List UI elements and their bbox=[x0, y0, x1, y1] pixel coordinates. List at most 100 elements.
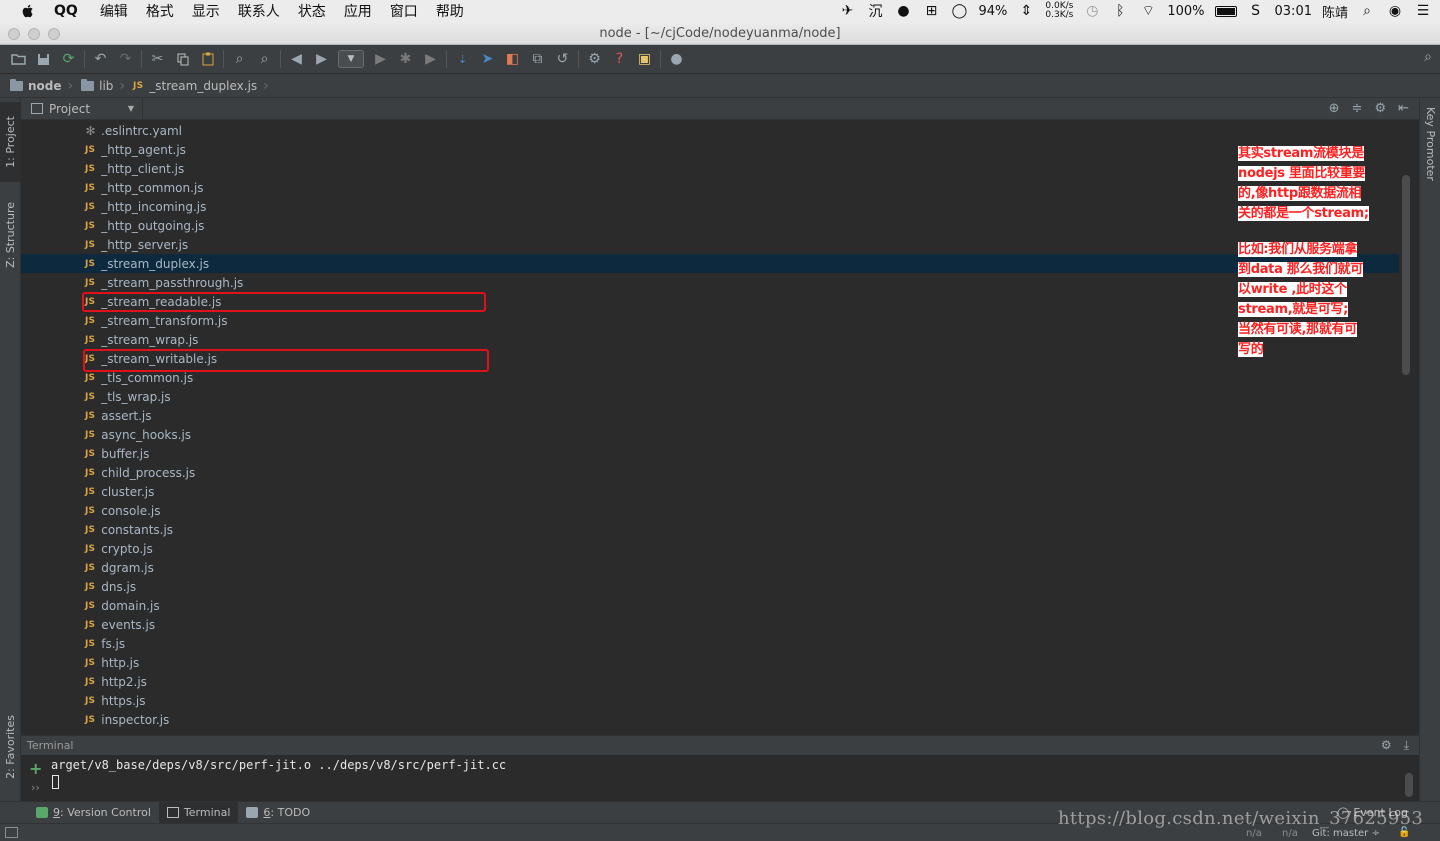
sync-icon[interactable]: ⟳ bbox=[56, 48, 81, 70]
copy-icon[interactable] bbox=[170, 48, 195, 70]
tab-structure[interactable]: Z: Structure bbox=[0, 190, 21, 280]
file-tree-item[interactable]: JS http.js bbox=[21, 653, 1399, 672]
menu-format[interactable]: 格式 bbox=[146, 1, 174, 21]
tool-windows-toggle-icon[interactable] bbox=[5, 827, 18, 838]
file-tree-item[interactable]: JS child_process.js bbox=[21, 463, 1399, 482]
file-tree-item[interactable]: JS _stream_duplex.js bbox=[21, 254, 1399, 273]
file-tree-item[interactable]: JS buffer.js bbox=[21, 444, 1399, 463]
tree-scrollbar[interactable] bbox=[1402, 175, 1410, 375]
terminal-settings-icon[interactable]: ⚙ bbox=[1381, 738, 1392, 753]
menu-help[interactable]: 帮助 bbox=[436, 1, 464, 21]
file-tree-item[interactable]: JS events.js bbox=[21, 615, 1399, 634]
coverage-icon[interactable]: ▶ bbox=[418, 48, 443, 70]
breadcrumb-item-node[interactable]: node bbox=[10, 78, 62, 93]
back-icon[interactable]: ◀ bbox=[284, 48, 309, 70]
plugin-icon[interactable]: ▣ bbox=[632, 48, 657, 70]
vcs-compare-icon[interactable]: ◧ bbox=[500, 48, 525, 70]
cut-icon[interactable]: ✂ bbox=[145, 48, 170, 70]
run-config-dropdown[interactable]: ▼ bbox=[338, 50, 364, 68]
file-tree-item[interactable]: JS https.js bbox=[21, 691, 1399, 710]
project-view-selector[interactable]: Project ▼ bbox=[21, 97, 143, 120]
file-tree-item[interactable]: JS _http_server.js bbox=[21, 235, 1399, 254]
debug-icon[interactable]: ✱ bbox=[393, 48, 418, 70]
clock[interactable]: 03:01 bbox=[1275, 4, 1312, 19]
paste-icon[interactable] bbox=[195, 48, 220, 70]
file-tree-item[interactable]: JS assert.js bbox=[21, 406, 1399, 425]
vcs-update-icon[interactable]: ⇣ bbox=[450, 48, 475, 70]
vcs-history-icon[interactable]: ⧉ bbox=[525, 48, 550, 70]
file-tree-item[interactable]: JS console.js bbox=[21, 501, 1399, 520]
tab-todo[interactable]: 6: TODO bbox=[238, 802, 318, 824]
file-tree-item[interactable]: JS constants.js bbox=[21, 520, 1399, 539]
sync-app-icon[interactable]: S bbox=[1247, 3, 1265, 19]
file-tree-item[interactable]: JS dns.js bbox=[21, 577, 1399, 596]
file-tree-item[interactable]: JS inspector.js bbox=[21, 710, 1399, 729]
vcs-revert-icon[interactable]: ↺ bbox=[550, 48, 575, 70]
file-tree-item[interactable]: JS _http_client.js bbox=[21, 159, 1399, 178]
terminal-scrollbar[interactable] bbox=[1405, 773, 1413, 797]
file-tree-item[interactable]: JS cluster.js bbox=[21, 482, 1399, 501]
menu-contacts[interactable]: 联系人 bbox=[238, 1, 280, 21]
tab-key-promoter[interactable]: Key Promoter bbox=[1420, 104, 1440, 184]
run-icon[interactable]: ▶ bbox=[368, 48, 393, 70]
collapse-all-icon[interactable]: ≑ bbox=[1352, 101, 1363, 116]
tab-terminal[interactable]: Terminal bbox=[158, 801, 239, 824]
new-terminal-icon[interactable]: + bbox=[29, 759, 42, 778]
redo-icon[interactable]: ↷ bbox=[113, 48, 138, 70]
locate-file-icon[interactable]: ⊕ bbox=[1329, 101, 1340, 116]
file-tree-item[interactable]: JS dgram.js bbox=[21, 558, 1399, 577]
spotlight-search-icon[interactable]: ⌕ bbox=[1358, 3, 1376, 19]
apple-icon[interactable] bbox=[20, 3, 36, 19]
search-everywhere-icon[interactable]: ⌕ bbox=[1424, 49, 1432, 65]
file-tree-item[interactable]: JS domain.js bbox=[21, 596, 1399, 615]
settings-icon[interactable]: ⚙ bbox=[582, 48, 607, 70]
terminal-launch-icon[interactable]: ● bbox=[664, 48, 689, 70]
git-branch-widget[interactable]: Git: master ÷ bbox=[1312, 828, 1380, 839]
tab-version-control[interactable]: 9: Version Control bbox=[28, 802, 159, 824]
file-tree-item[interactable]: JS _http_common.js bbox=[21, 178, 1399, 197]
open-folder-icon[interactable] bbox=[6, 48, 31, 70]
file-tree-item[interactable]: JS http2.js bbox=[21, 672, 1399, 691]
file-tree-item[interactable]: JS _stream_transform.js bbox=[21, 311, 1399, 330]
circle-status-icon[interactable]: ◯ bbox=[951, 3, 969, 19]
file-tree-item[interactable]: JS _stream_passthrough.js bbox=[21, 273, 1399, 292]
help-icon[interactable]: ? bbox=[607, 48, 632, 70]
time-machine-icon[interactable]: ◷ bbox=[1083, 3, 1101, 19]
replace-icon[interactable]: ⌕ bbox=[252, 48, 277, 70]
bluetooth-icon[interactable]: ᛒ bbox=[1111, 3, 1129, 19]
menu-apps[interactable]: 应用 bbox=[344, 1, 372, 21]
file-tree-item[interactable]: ✻ .eslintrc.yaml bbox=[21, 121, 1399, 140]
menu-edit[interactable]: 编辑 bbox=[100, 1, 128, 21]
file-tree-item[interactable]: JS _http_agent.js bbox=[21, 140, 1399, 159]
vcs-commit-icon[interactable]: ➤ bbox=[475, 48, 500, 70]
file-tree-item[interactable]: JS async_hooks.js bbox=[21, 425, 1399, 444]
battery-icon[interactable] bbox=[1214, 5, 1237, 17]
undo-icon[interactable]: ↶ bbox=[88, 48, 113, 70]
terminal-body[interactable]: + ›› arget/v8_base/deps/v8/src/perf-jit.… bbox=[21, 755, 1419, 801]
menu-window[interactable]: 窗口 bbox=[390, 1, 418, 21]
tab-project[interactable]: 1: Project bbox=[0, 102, 21, 182]
terminal-hide-icon[interactable]: ⤓ bbox=[1404, 738, 1409, 753]
menu-status[interactable]: 状态 bbox=[298, 1, 326, 21]
file-tree-item[interactable]: JS _tls_wrap.js bbox=[21, 387, 1399, 406]
forward-icon[interactable]: ▶ bbox=[309, 48, 334, 70]
breadcrumb-item-file[interactable]: JS _stream_duplex.js bbox=[133, 79, 257, 93]
grid-app-icon[interactable]: ⊞ bbox=[923, 3, 941, 19]
bell-icon[interactable]: ● bbox=[895, 3, 913, 19]
breadcrumb-item-lib[interactable]: lib bbox=[81, 78, 113, 93]
file-tree-item[interactable]: JS _stream_wrap.js bbox=[21, 330, 1399, 349]
tab-favorites[interactable]: 2: Favorites bbox=[0, 698, 21, 796]
menu-view[interactable]: 显示 bbox=[192, 1, 220, 21]
file-tree-item[interactable]: JS fs.js bbox=[21, 634, 1399, 653]
file-tree-item[interactable]: JS crypto.js bbox=[21, 539, 1399, 558]
panel-settings-icon[interactable]: ⚙ bbox=[1374, 101, 1386, 116]
user-name[interactable]: 陈靖 bbox=[1322, 2, 1348, 21]
menu-app-qq[interactable]: QQ bbox=[54, 3, 78, 19]
siri-icon[interactable]: ◉ bbox=[1386, 3, 1404, 19]
airplane-icon[interactable]: ✈ bbox=[839, 3, 857, 19]
file-tree-item[interactable]: JS _http_outgoing.js bbox=[21, 216, 1399, 235]
file-tree-item[interactable]: JS _http_incoming.js bbox=[21, 197, 1399, 216]
input-method-icon[interactable]: 沉 bbox=[867, 3, 885, 20]
hide-panel-icon[interactable]: ⇤ bbox=[1398, 101, 1409, 116]
save-all-icon[interactable] bbox=[31, 48, 56, 70]
